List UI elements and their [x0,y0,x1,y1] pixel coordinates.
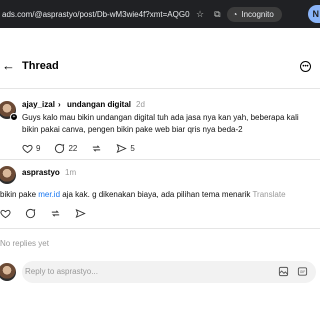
star-icon[interactable]: ☆ [196,9,204,20]
header-divider [0,88,320,89]
svg-text:GIF: GIF [300,270,305,274]
incognito-label: Incognito [241,9,274,19]
no-replies-text: No replies yet [0,239,49,248]
reply-button[interactable]: 22 [54,143,77,154]
translate-link[interactable]: Translate [252,190,285,199]
reply-composer: Reply to asprastyo... GIF [0,257,320,287]
reply-button[interactable] [25,208,36,219]
reply-text-part: aja kak. g dikenakan biaya, ada pilihan … [60,190,251,199]
thread-header: ← Thread ••• [0,56,320,80]
avatar [0,263,16,281]
repost-icon [93,145,101,152]
extensions-icon[interactable]: ⧉ [214,9,220,20]
arrow-left-icon[interactable]: ← [2,58,15,73]
address-bar[interactable]: ads.com/@asprastyo/post/Db-wM3wie4f?xmt=… [0,10,190,19]
like-count: 9 [36,144,41,153]
share-count: 5 [130,144,135,153]
repost-button[interactable] [91,143,102,154]
share-button[interactable]: 5 [116,143,135,154]
chevron-right-icon: › [58,100,61,109]
reply-time: 1m [65,168,77,177]
more-circle-icon[interactable]: ••• [300,61,311,72]
incognito-icon: ◔ [232,9,238,19]
follow-badge-icon[interactable]: + [10,113,18,121]
avatar[interactable] [0,166,16,184]
gif-icon[interactable]: GIF [297,266,308,277]
send-icon [116,143,128,154]
reply-count: 22 [68,144,78,153]
gallery-icon[interactable] [278,266,289,277]
heart-icon [0,209,11,219]
page-title: Thread [22,60,59,72]
community-name[interactable]: undangan digital [67,100,131,109]
repost-button[interactable] [50,208,61,219]
comment-icon [25,208,36,219]
repost-icon [51,210,60,217]
reply-actions [0,208,86,219]
reply-text: bikin pake mer.id aja kak. g dikenakan b… [0,189,318,201]
reply-divider [0,228,320,229]
reply-link[interactable]: mer.id [38,190,60,199]
post-time: 2d [136,100,145,109]
reply-text-part: bikin pake [0,190,39,199]
heart-icon [22,144,33,154]
like-button[interactable]: 9 [22,143,40,154]
profile-button[interactable]: N [308,5,320,23]
reply-placeholder: Reply to asprastyo... [25,267,98,276]
browser-toolbar: ads.com/@asprastyo/post/Db-wM3wie4f?xmt=… [0,0,320,28]
share-button[interactable] [75,208,86,219]
incognito-badge[interactable]: ◔ Incognito [226,6,282,22]
post-username[interactable]: ajay_izal [22,100,55,109]
reply-username[interactable]: asprastyo [22,168,60,177]
post-text-line: bikin pakai canva, pengen bikin pake web… [22,125,243,134]
reply-input[interactable]: Reply to asprastyo... GIF [22,261,316,283]
send-icon [75,208,86,219]
post-text-line: Guys kalo mau bikin undangan digital tuh… [22,113,299,122]
comment-icon [55,143,65,154]
post-text: Guys kalo mau bikin undangan digital tuh… [22,112,318,136]
like-button[interactable] [0,208,11,219]
post-divider [0,159,320,160]
post-actions: 9 22 5 [22,143,135,154]
